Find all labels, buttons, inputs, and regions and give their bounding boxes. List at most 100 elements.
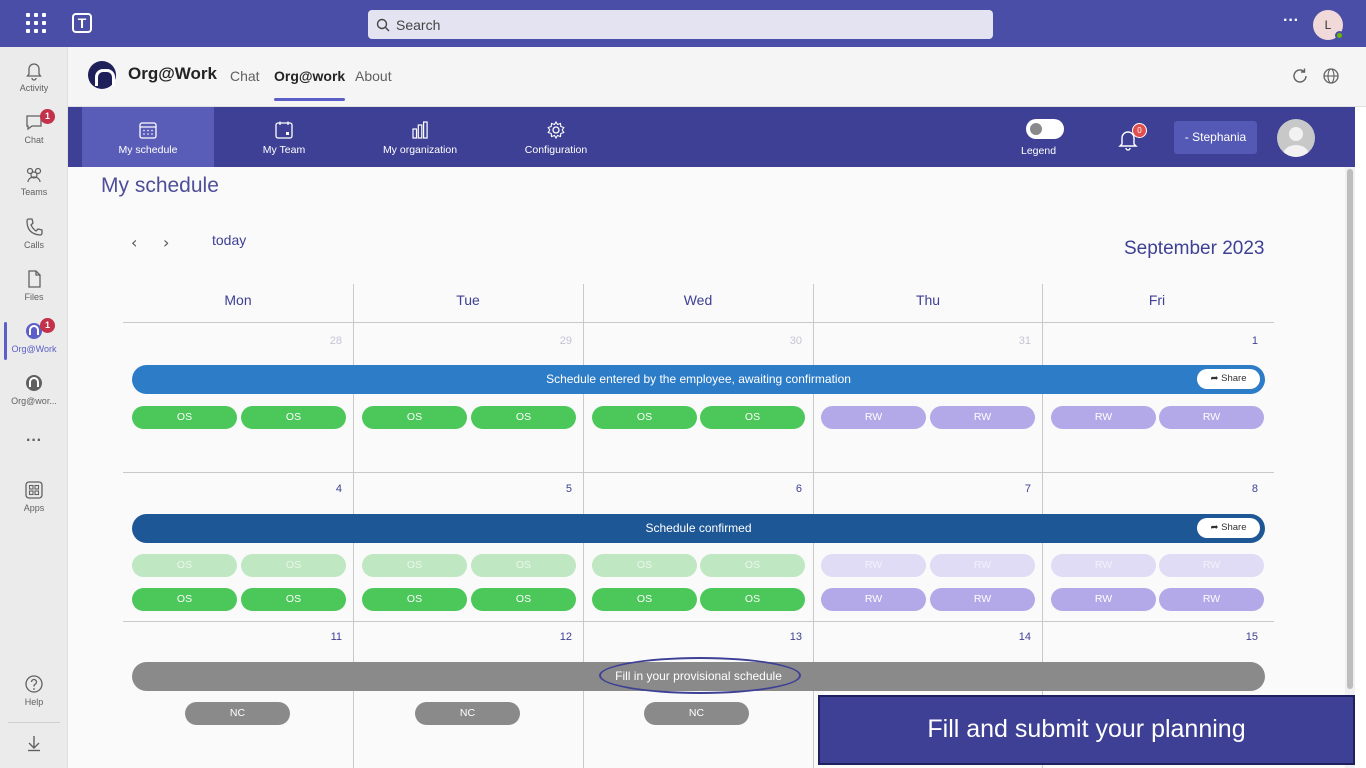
- schedule-pill[interactable]: OS: [592, 406, 697, 429]
- date-number[interactable]: 5: [542, 483, 572, 495]
- schedule-pill[interactable]: OS: [132, 588, 237, 611]
- tab-orgwork[interactable]: Org@work: [274, 68, 346, 101]
- tab-about[interactable]: About: [355, 68, 392, 84]
- bell-icon: [26, 63, 42, 81]
- date-number[interactable]: 13: [772, 631, 802, 643]
- rail-item-orgwork-2[interactable]: Org@wor...: [0, 368, 68, 420]
- rail-label: Help: [24, 697, 44, 707]
- rail-item-orgwork[interactable]: Org@Work 1: [0, 316, 68, 368]
- rail-item-calls[interactable]: Calls: [0, 212, 68, 264]
- date-number[interactable]: 14: [1001, 631, 1031, 643]
- rail-item-files[interactable]: Files: [0, 264, 68, 316]
- rail-item-chat[interactable]: Chat 1: [0, 107, 68, 159]
- search-box[interactable]: Search: [368, 10, 993, 39]
- day-header-fri: Fri: [1148, 292, 1166, 308]
- next-week-button[interactable]: ›: [163, 233, 169, 252]
- date-number[interactable]: 12: [542, 631, 572, 643]
- schedule-pill[interactable]: OS: [700, 406, 805, 429]
- date-number[interactable]: 7: [1001, 483, 1031, 495]
- day-header-mon: Mon: [224, 292, 252, 308]
- share-button[interactable]: ➦ Share: [1197, 518, 1260, 538]
- help-icon: [25, 675, 43, 693]
- date-number[interactable]: 11: [312, 631, 342, 643]
- more-options-button[interactable]: ···: [1283, 12, 1299, 30]
- date-number[interactable]: 31: [1001, 335, 1031, 347]
- schedule-pill[interactable]: RW: [821, 406, 926, 429]
- schedule-pill[interactable]: OS: [241, 554, 346, 577]
- grid-line: [123, 322, 1274, 323]
- user-photo-avatar[interactable]: [1277, 119, 1315, 157]
- date-number[interactable]: 15: [1228, 631, 1258, 643]
- schedule-pill[interactable]: NC: [644, 702, 749, 725]
- schedule-pill[interactable]: OS: [471, 406, 576, 429]
- page-title: My schedule: [101, 174, 219, 197]
- date-number[interactable]: 8: [1228, 483, 1258, 495]
- schedule-pill[interactable]: OS: [132, 554, 237, 577]
- rail-more-apps-button[interactable]: ···: [0, 432, 68, 450]
- schedule-pill[interactable]: RW: [821, 588, 926, 611]
- date-number[interactable]: 4: [312, 483, 342, 495]
- share-button[interactable]: ➦ Share: [1197, 369, 1260, 389]
- globe-icon[interactable]: [1322, 67, 1340, 85]
- month-label: September 2023: [1124, 238, 1265, 259]
- schedule-pill[interactable]: OS: [362, 554, 467, 577]
- date-number[interactable]: 28: [312, 335, 342, 347]
- date-number[interactable]: 30: [772, 335, 802, 347]
- profile-avatar[interactable]: L: [1313, 10, 1344, 40]
- rail-item-activity[interactable]: Activity: [0, 55, 68, 107]
- legend-toggle[interactable]: [1026, 119, 1064, 139]
- schedule-pill[interactable]: OS: [362, 588, 467, 611]
- tutorial-caption-box: Fill and submit your planning: [818, 695, 1355, 765]
- schedule-pill[interactable]: RW: [930, 406, 1035, 429]
- nav-my-schedule[interactable]: My schedule: [82, 107, 214, 167]
- schedule-pill[interactable]: OS: [132, 406, 237, 429]
- schedule-pill[interactable]: OS: [471, 554, 576, 577]
- file-icon: [28, 270, 41, 288]
- schedule-pill[interactable]: OS: [700, 588, 805, 611]
- grid-line: [123, 472, 1274, 473]
- app-launcher-icon[interactable]: [26, 13, 46, 33]
- schedule-pill[interactable]: NC: [415, 702, 520, 725]
- date-number[interactable]: 29: [542, 335, 572, 347]
- rail-label: Chat: [24, 135, 44, 145]
- rail-item-apps[interactable]: Apps: [0, 475, 68, 527]
- schedule-pill[interactable]: OS: [592, 588, 697, 611]
- rail-label: Teams: [20, 187, 48, 197]
- vertical-scrollbar[interactable]: [1345, 167, 1355, 768]
- app-header: Org@Work Chat Org@work About: [68, 47, 1366, 107]
- person-icon: [1283, 127, 1309, 157]
- schedule-pill[interactable]: OS: [471, 588, 576, 611]
- user-menu-button[interactable]: - Stephania: [1174, 121, 1257, 154]
- schedule-pill[interactable]: OS: [241, 406, 346, 429]
- nav-my-team[interactable]: My Team: [218, 107, 350, 167]
- schedule-pill[interactable]: RW: [1051, 588, 1156, 611]
- schedule-pill[interactable]: OS: [362, 406, 467, 429]
- schedule-pill[interactable]: RW: [930, 588, 1035, 611]
- rail-label: Files: [24, 292, 44, 302]
- refresh-icon[interactable]: [1291, 67, 1309, 85]
- nav-my-organization[interactable]: My organization: [354, 107, 486, 167]
- schedule-pill[interactable]: RW: [1159, 588, 1264, 611]
- schedule-pill[interactable]: OS: [700, 554, 805, 577]
- week-status-band-awaiting[interactable]: Schedule entered by the employee, awaiti…: [132, 365, 1265, 394]
- today-button[interactable]: today: [212, 232, 246, 248]
- download-button[interactable]: [8, 722, 60, 762]
- schedule-pill[interactable]: NC: [185, 702, 290, 725]
- date-number[interactable]: 6: [772, 483, 802, 495]
- schedule-pill[interactable]: RW: [821, 554, 926, 577]
- schedule-pill[interactable]: RW: [1159, 554, 1264, 577]
- date-number[interactable]: 1: [1228, 335, 1258, 347]
- schedule-pill[interactable]: RW: [1051, 406, 1156, 429]
- rail-item-teams[interactable]: Teams: [0, 159, 68, 211]
- tab-chat[interactable]: Chat: [230, 68, 260, 84]
- week-status-band-confirmed[interactable]: Schedule confirmed ➦ Share: [132, 514, 1265, 543]
- nav-configuration[interactable]: Configuration: [490, 107, 622, 167]
- previous-week-button[interactable]: ‹: [131, 233, 137, 252]
- schedule-pill[interactable]: OS: [241, 588, 346, 611]
- rail-item-help[interactable]: Help: [0, 669, 68, 721]
- schedule-pill[interactable]: OS: [592, 554, 697, 577]
- schedule-pill[interactable]: RW: [1159, 406, 1264, 429]
- schedule-pill[interactable]: RW: [1051, 554, 1156, 577]
- schedule-pill[interactable]: RW: [930, 554, 1035, 577]
- day-header-wed: Wed: [683, 292, 713, 308]
